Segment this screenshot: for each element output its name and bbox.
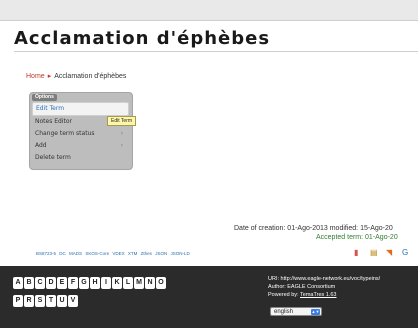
letter-n-link[interactable]: N [145, 277, 155, 289]
menu-item-label: Delete term [35, 154, 71, 161]
format-link[interactable]: JSON-LD [170, 251, 189, 256]
letter-c-link[interactable]: C [35, 277, 45, 289]
chevron-right-icon: › [120, 142, 123, 149]
footer-info: URI: http://www.eagle-network.eu/voc/typ… [268, 275, 380, 299]
menu-item-label: Edit Term [36, 105, 65, 112]
letter-t-link[interactable]: T [46, 295, 56, 307]
letter-u-link[interactable]: U [57, 295, 67, 307]
powered-by: Powered by: TemaTres 1.63 [268, 291, 380, 299]
format-link[interactable]: XTM [128, 251, 138, 256]
tooltip: Edit Term [107, 116, 137, 126]
breadcrumb-home-link[interactable]: Home [26, 73, 45, 80]
format-link[interactable]: SKOS-Core [85, 251, 109, 256]
print-icon[interactable]: ▤ [370, 248, 378, 258]
rss-icon[interactable]: ◥ [386, 248, 392, 258]
export-format-links: BS8723-5 DC MADS SKOS-Core VDEX XTM Zthe… [36, 251, 192, 256]
term-dates: Date of creation: 01-Ago-2013 modified: … [234, 225, 393, 232]
breadcrumb-separator: ▸ [47, 73, 52, 80]
menu-item-change-term-status[interactable]: Change term status › [32, 128, 129, 140]
vocabulary-uri: URI: http://www.eagle-network.eu/voc/typ… [268, 276, 381, 282]
menu-item-edit-term[interactable]: Edit Term [32, 102, 129, 116]
format-link[interactable]: MADS [69, 251, 82, 256]
letter-g-link[interactable]: G [79, 277, 89, 289]
format-link[interactable]: BS8723-5 [36, 251, 56, 256]
vocabulary-author: Author: EAGLE Consortium [268, 284, 336, 290]
menu-item-add[interactable]: Add › [32, 140, 129, 152]
letter-h-link[interactable]: H [90, 277, 100, 289]
letter-r-link[interactable]: R [24, 295, 34, 307]
letter-v-link[interactable]: V [68, 295, 78, 307]
select-arrows-icon: ▲▼ [311, 309, 320, 315]
breadcrumb-current: Acclamation d'éphèbes [54, 73, 127, 80]
top-bar [0, 0, 418, 21]
format-link[interactable]: DC [59, 251, 66, 256]
format-link[interactable]: JSON [155, 251, 167, 256]
letter-e-link[interactable]: E [57, 277, 67, 289]
format-link[interactable]: VDEX [112, 251, 124, 256]
page-title: Acclamation d'éphèbes [14, 28, 271, 49]
tematres-link[interactable]: TemaTres 1.63 [300, 292, 336, 298]
title-divider [14, 51, 418, 52]
letter-b-link[interactable]: B [24, 277, 34, 289]
footer: ABCDEFGHIKLMNO PRSTUV URI: http://www.eag… [0, 266, 418, 328]
menu-item-delete-term[interactable]: Delete term [32, 152, 129, 164]
language-select-value: english [274, 309, 294, 315]
letter-i-link[interactable]: I [101, 277, 111, 289]
letter-d-link[interactable]: D [46, 277, 56, 289]
breadcrumb: Home ▸ Acclamation d'éphèbes [26, 72, 126, 80]
letter-a-link[interactable]: A [13, 277, 23, 289]
letter-m-link[interactable]: M [134, 277, 144, 289]
letter-k-link[interactable]: K [112, 277, 122, 289]
options-tab[interactable]: Options [32, 94, 57, 101]
accepted-term-date: Accepted term: 01-Ago-20 [316, 234, 398, 241]
powered-by-label: Powered by: [268, 292, 301, 298]
menu-item-label: Notes Editor [35, 118, 72, 125]
language-select[interactable]: english ▲▼ [270, 307, 322, 316]
format-link[interactable]: Zthes [141, 251, 152, 256]
letter-l-link[interactable]: L [123, 277, 133, 289]
alphabet-index: ABCDEFGHIKLMNO PRSTUV [13, 277, 243, 313]
options-menu-panel: Options Edit Term Notes Editor Change te… [29, 92, 133, 170]
chevron-right-icon: › [120, 130, 123, 137]
chart-icon[interactable]: ▮ [354, 248, 358, 258]
search-icon[interactable]: G [402, 248, 408, 258]
letter-o-link[interactable]: O [156, 277, 166, 289]
letter-s-link[interactable]: S [35, 295, 45, 307]
options-menu: Edit Term Notes Editor Change term statu… [32, 102, 129, 164]
letter-f-link[interactable]: F [68, 277, 78, 289]
menu-item-label: Add [35, 142, 47, 149]
letter-p-link[interactable]: P [13, 295, 23, 307]
page-action-icons: ▮ ▤ ◥ G [352, 248, 418, 258]
menu-item-label: Change term status [35, 130, 95, 137]
